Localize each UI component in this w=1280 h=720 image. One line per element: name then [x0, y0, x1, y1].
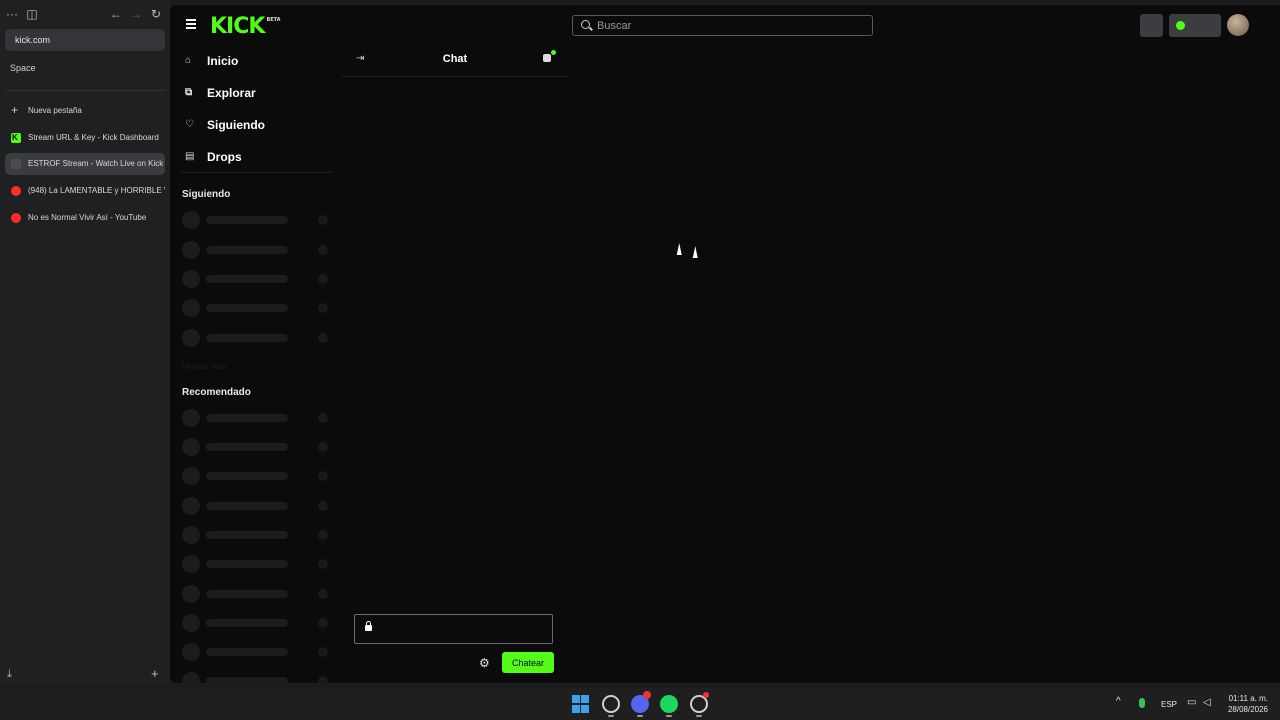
- chat-header: ⇥ Chat: [342, 43, 568, 77]
- space-label: Space: [10, 63, 36, 73]
- channel-skeleton: [182, 409, 332, 427]
- browse-icon: ⧉: [185, 87, 193, 98]
- volume-icon[interactable]: ◁: [1203, 697, 1211, 708]
- active-indicator: [696, 715, 702, 717]
- channel-skeleton: [182, 329, 332, 347]
- channel-skeleton: [182, 241, 332, 259]
- new-tab-label: Nueva pestaña: [28, 106, 82, 115]
- channel-skeleton: [182, 467, 332, 485]
- browser-icon[interactable]: [602, 695, 620, 713]
- language-indicator[interactable]: ESP: [1161, 700, 1177, 709]
- browser-toolbar: ··· ◫ ← → ↻: [0, 4, 170, 24]
- browser-tab[interactable]: (948) La LAMENTABLE y HORRIBLE VI: [5, 180, 165, 202]
- channel-skeleton: [182, 672, 332, 683]
- channel-skeleton: [182, 438, 332, 456]
- recommended-title: Recomendado: [182, 387, 251, 398]
- screen: ··· ◫ ← → ↻ kick.com Space + Nueva pesta…: [0, 0, 1280, 720]
- tab-label: No es Normal Vivir Así - YouTube: [28, 213, 147, 222]
- time: 01:11 a. m.: [1228, 694, 1268, 703]
- clock[interactable]: 01:11 a. m. 28/08/2026: [1222, 693, 1268, 715]
- lock-icon: [365, 621, 372, 631]
- browser-tab[interactable]: No es Normal Vivir Así - YouTube: [5, 207, 165, 229]
- plus-icon: +: [11, 103, 19, 117]
- discord-icon[interactable]: [631, 691, 651, 713]
- nav-explorar[interactable]: ⧉ Explorar: [185, 83, 256, 103]
- heart-icon: ♡: [185, 119, 194, 130]
- gift-icon: ▤: [185, 151, 195, 162]
- tray-chevron-icon[interactable]: ^: [1116, 696, 1121, 707]
- web-page: KICKBETA ⌂ Inicio ⧉ Explorar ♡ Siguiendo…: [170, 5, 1280, 683]
- home-icon: ⌂: [185, 55, 192, 66]
- sidebar-divider: [5, 90, 165, 91]
- more-icon[interactable]: ···: [4, 4, 20, 24]
- youtube-icon: [11, 213, 21, 223]
- forward-icon[interactable]: →: [128, 4, 144, 24]
- menu-icon[interactable]: [186, 19, 196, 29]
- channel-skeleton: [182, 211, 332, 229]
- tab-label: (948) La LAMENTABLE y HORRIBLE VI: [28, 186, 165, 195]
- download-icon[interactable]: ⤓: [7, 668, 12, 681]
- nav-label: Siguiendo: [207, 118, 265, 132]
- avatar[interactable]: [1227, 14, 1249, 36]
- reload-icon[interactable]: ↻: [148, 4, 164, 24]
- cursor-icon: [676, 243, 685, 255]
- channel-skeleton: [182, 643, 332, 661]
- channel-skeleton: [182, 614, 332, 632]
- channel-skeleton: [182, 299, 332, 317]
- app-icon[interactable]: [690, 692, 709, 713]
- active-indicator: [608, 715, 614, 717]
- browser-tab[interactable]: Stream URL & Key - Kick Dashboard: [5, 127, 165, 149]
- nav-inicio[interactable]: ⌂ Inicio: [185, 51, 238, 71]
- url-bar[interactable]: kick.com: [5, 29, 165, 51]
- browser-sidebar: ··· ◫ ← → ↻ kick.com Space + Nueva pesta…: [0, 0, 170, 685]
- channel-skeleton: [182, 526, 332, 544]
- microphone-icon[interactable]: [1139, 698, 1145, 708]
- nav-label: Explorar: [207, 86, 256, 100]
- nav-drops[interactable]: ▤ Drops: [185, 147, 242, 167]
- channel-skeleton: [182, 555, 332, 573]
- sidebar-toggle-icon[interactable]: ◫: [24, 4, 40, 24]
- nav-divider: [180, 172, 333, 173]
- windows-start-icon[interactable]: [572, 695, 590, 713]
- youtube-icon: [11, 186, 21, 196]
- tab-label: ESTROF Stream - Watch Live on Kick: [28, 159, 164, 168]
- chat-send-button[interactable]: Chatear: [502, 652, 554, 673]
- taskbar: ^ ESP ▭ ◁ 01:11 a. m. 28/08/2026: [0, 688, 1280, 720]
- nav-label: Inicio: [207, 54, 239, 68]
- show-more-link[interactable]: Mostrar más: [182, 362, 226, 371]
- kick-logo[interactable]: KICK BETA: [210, 14, 281, 39]
- channel-skeleton: [182, 585, 332, 603]
- nav-siguiendo[interactable]: ♡ Siguiendo: [185, 115, 265, 135]
- following-title: Siguiendo: [182, 189, 231, 200]
- settings-gear-icon[interactable]: ⚙: [479, 656, 490, 670]
- spotify-icon[interactable]: [660, 695, 678, 713]
- header-button[interactable]: [1140, 14, 1163, 37]
- nav-label: Drops: [207, 150, 242, 164]
- search-input[interactable]: [597, 18, 867, 34]
- status-dot-icon: [1176, 21, 1185, 30]
- add-icon[interactable]: +: [151, 666, 159, 681]
- channel-skeleton: [182, 497, 332, 515]
- cursor-icon: [692, 246, 701, 258]
- search-bar[interactable]: [572, 15, 873, 36]
- tab-label: Stream URL & Key - Kick Dashboard: [28, 133, 159, 142]
- chat-input[interactable]: [354, 614, 553, 644]
- active-indicator: [637, 715, 643, 717]
- users-icon[interactable]: [541, 50, 556, 64]
- date: 28/08/2026: [1227, 705, 1268, 714]
- browser-tab-active[interactable]: ESTROF Stream - Watch Live on Kick: [5, 153, 165, 175]
- channel-skeleton: [182, 270, 332, 288]
- kick-icon: [11, 127, 21, 149]
- back-icon[interactable]: ←: [108, 4, 124, 24]
- search-icon: [581, 20, 590, 29]
- page-icon: [11, 159, 21, 169]
- header-status-button[interactable]: [1169, 14, 1221, 37]
- chat-title: Chat: [442, 53, 468, 65]
- new-tab-button[interactable]: + Nueva pestaña: [5, 100, 165, 122]
- active-indicator: [666, 715, 672, 717]
- network-icon[interactable]: ▭: [1187, 697, 1196, 708]
